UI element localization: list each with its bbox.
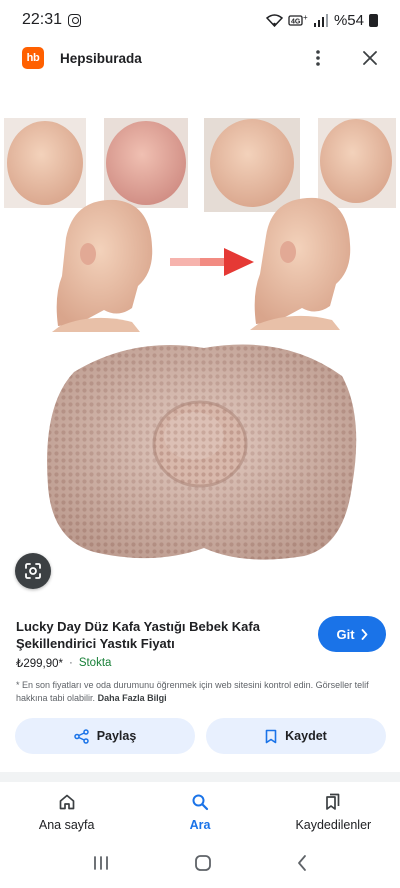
site-name[interactable]: Hepsiburada	[60, 51, 142, 66]
product-image[interactable]	[4, 86, 396, 604]
stock-status: Stokta	[78, 657, 112, 669]
back-button[interactable]	[296, 854, 308, 877]
nav-home-label: Ana sayfa	[38, 817, 95, 832]
more-options-button[interactable]	[304, 44, 332, 72]
separator-dot: ·	[68, 657, 73, 669]
more-info-link[interactable]: Daha Fazla Bilgi	[98, 693, 167, 703]
product-title[interactable]: Lucky Day Düz Kafa Yastığı Bebek Kafa Şe…	[16, 618, 296, 652]
go-button[interactable]: Git	[318, 616, 386, 652]
source-header: hb Hepsiburada	[0, 40, 400, 76]
section-divider	[0, 772, 400, 782]
bookmarks-icon	[326, 793, 340, 810]
recent-apps-button[interactable]	[92, 855, 110, 876]
home-system-icon	[195, 854, 211, 871]
google-lens-button[interactable]	[15, 553, 51, 589]
nav-search[interactable]: Ara	[133, 782, 266, 842]
volte-icon: 4G +	[288, 14, 308, 26]
signal-icon	[313, 13, 328, 27]
battery-percent: %54	[333, 11, 364, 29]
price-row: ₺299,90* · Stokta	[16, 656, 111, 670]
instagram-notification-icon	[68, 13, 82, 27]
more-vert-icon	[316, 50, 320, 66]
svg-text:+: +	[303, 14, 308, 22]
wifi-icon	[265, 13, 283, 27]
back-icon	[298, 854, 306, 871]
disclaimer: * En son fiyatları ve oda durumunu öğren…	[16, 679, 386, 705]
home-icon	[59, 794, 75, 809]
save-label: Kaydet	[285, 729, 327, 743]
lens-icon	[25, 563, 41, 579]
close-icon	[363, 51, 377, 65]
status-bar: 22:31 4G + %54	[0, 0, 400, 40]
system-navigation-bar	[0, 842, 400, 888]
svg-text:4G: 4G	[291, 18, 301, 25]
chevron-right-icon	[361, 628, 367, 640]
home-system-button[interactable]	[194, 854, 212, 877]
nav-home[interactable]: Ana sayfa	[0, 782, 133, 842]
share-button[interactable]: Paylaş	[15, 718, 195, 754]
nav-search-label: Ara	[189, 817, 211, 832]
share-icon	[73, 728, 89, 744]
nav-saved-label: Kaydedilenler	[295, 817, 372, 832]
price: ₺299,90*	[16, 658, 63, 670]
disclaimer-text: * En son fiyatları ve oda durumunu öğren…	[16, 680, 369, 703]
bottom-navigation: Ana sayfa Ara Kaydedilenler	[0, 782, 400, 842]
battery-icon	[369, 13, 378, 27]
bookmark-icon	[265, 729, 277, 743]
search-icon	[192, 794, 209, 810]
share-label: Paylaş	[96, 729, 137, 743]
close-button[interactable]	[356, 44, 384, 72]
go-button-label: Git	[336, 626, 355, 642]
status-time: 22:31	[22, 11, 63, 28]
nav-saved[interactable]: Kaydedilenler	[267, 782, 400, 842]
save-button[interactable]: Kaydet	[206, 718, 386, 754]
hepsiburada-logo: hb	[22, 47, 44, 69]
recent-apps-icon	[94, 855, 108, 870]
